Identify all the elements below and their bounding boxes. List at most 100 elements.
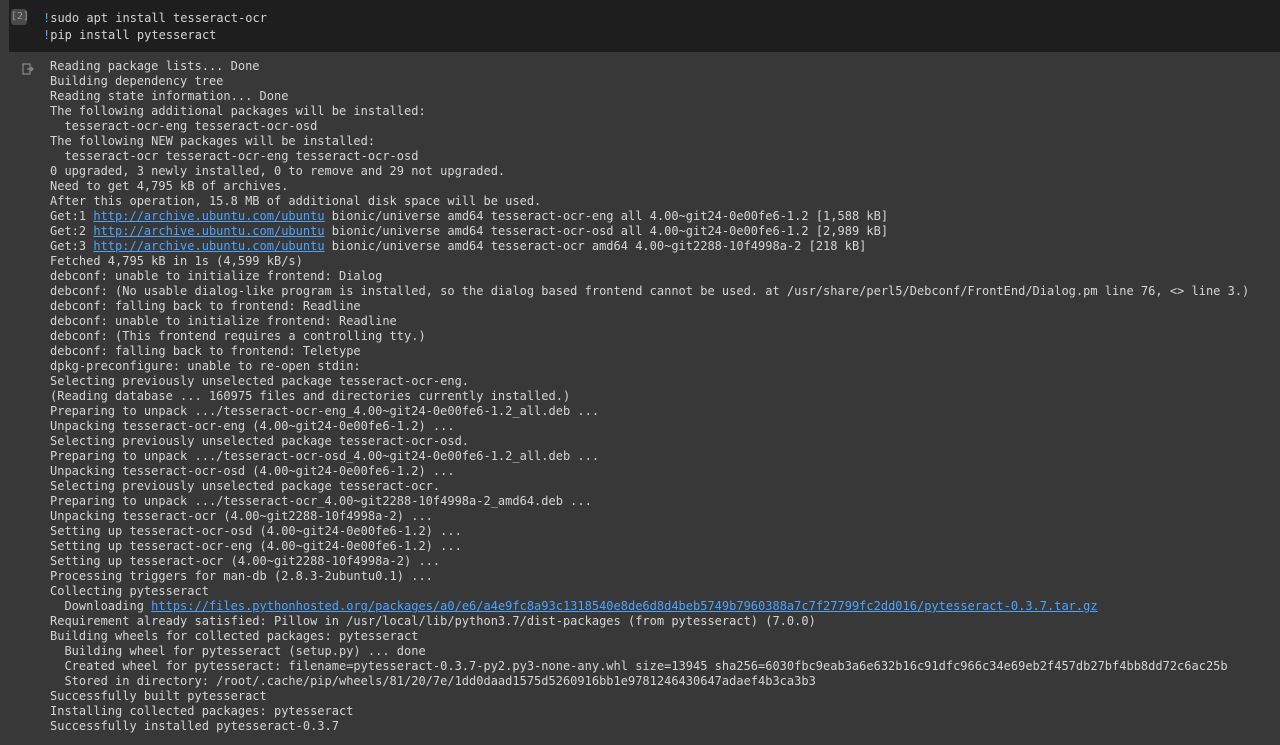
output-line: Get:3 http://archive.ubuntu.com/ubuntu b… [50, 239, 1270, 254]
output-line: Stored in directory: /root/.cache/pip/wh… [50, 674, 1270, 689]
output-icon[interactable] [22, 63, 34, 75]
output-line: Building wheels for collected packages: … [50, 629, 1270, 644]
output-text-after-link: bionic/universe amd64 tesseract-ocr-eng … [324, 209, 889, 223]
output-line: Requirement already satisfied: Pillow in… [50, 614, 1270, 629]
output-line: Setting up tesseract-ocr-osd (4.00~git24… [50, 524, 1270, 539]
output-text: 0 upgraded, 3 newly installed, 0 to remo… [50, 164, 506, 178]
output-line: tesseract-ocr-eng tesseract-ocr-osd [50, 119, 1270, 134]
output-line: debconf: unable to initialize frontend: … [50, 314, 1270, 329]
code-line[interactable]: !sudo apt install tesseract-ocr [43, 10, 267, 27]
output-line: 0 upgraded, 3 newly installed, 0 to remo… [50, 164, 1270, 179]
output-line: Get:2 http://archive.ubuntu.com/ubuntu b… [50, 224, 1270, 239]
output-text: tesseract-ocr-eng tesseract-ocr-osd [50, 119, 318, 133]
output-line: Unpacking tesseract-ocr-eng (4.00~git24-… [50, 419, 1270, 434]
cell-gutter [0, 0, 9, 745]
output-line: Building dependency tree [50, 74, 1270, 89]
code-line[interactable]: !pip install pytesseract [43, 27, 267, 44]
output-line: Unpacking tesseract-ocr-osd (4.00~git24-… [50, 464, 1270, 479]
output-line: debconf: falling back to frontend: Readl… [50, 299, 1270, 314]
output-text: Selecting previously unselected package … [50, 479, 441, 493]
output-line: debconf: (No usable dialog-like program … [50, 284, 1270, 299]
output-text: Downloading [50, 599, 152, 613]
output-line: Need to get 4,795 kB of archives. [50, 179, 1270, 194]
output-text: Preparing to unpack .../tesseract-ocr_4.… [50, 494, 592, 508]
output-text: Requirement already satisfied: Pillow in… [50, 614, 816, 628]
output-text: Selecting previously unselected package … [50, 434, 470, 448]
output-text: debconf: falling back to frontend: Telet… [50, 344, 361, 358]
output-text: Building wheel for pytesseract (setup.py… [50, 644, 426, 658]
output-line: debconf: (This frontend requires a contr… [50, 329, 1270, 344]
output-text: Reading state information... Done [50, 89, 289, 103]
output-text: The following additional packages will b… [50, 104, 426, 118]
output-text: debconf: falling back to frontend: Readl… [50, 299, 361, 313]
output-line: Downloading https://files.pythonhosted.o… [50, 599, 1270, 614]
output-text: Unpacking tesseract-ocr-eng (4.00~git24-… [50, 419, 455, 433]
output-line: Successfully built pytesseract [50, 689, 1270, 704]
output-link[interactable]: http://archive.ubuntu.com/ubuntu [93, 239, 324, 253]
output-text: Get:3 [50, 239, 94, 253]
output-text: Get:2 [50, 224, 94, 238]
output-line: Processing triggers for man-db (2.8.3-2u… [50, 569, 1270, 584]
code-text: pip install pytesseract [50, 28, 217, 42]
output-line: Successfully installed pytesseract-0.3.7 [50, 719, 1270, 734]
output-text: Created wheel for pytesseract: filename=… [50, 659, 1228, 673]
output-text: Building dependency tree [50, 74, 224, 88]
code-editor[interactable]: !sudo apt install tesseract-ocr !pip inst… [43, 10, 267, 44]
output-line: Selecting previously unselected package … [50, 434, 1270, 449]
output-text-after-link: bionic/universe amd64 tesseract-ocr amd6… [324, 239, 867, 253]
output-text: Setting up tesseract-ocr (4.00~git2288-1… [50, 554, 441, 568]
output-text: Collecting pytesseract [50, 584, 209, 598]
output-text: Fetched 4,795 kB in 1s (4,599 kB/s) [50, 254, 303, 268]
code-text: sudo apt install tesseract-ocr [50, 11, 267, 25]
output-text: Get:1 [50, 209, 94, 223]
output-line: Reading package lists... Done [50, 59, 1270, 74]
output-text: (Reading database ... 160975 files and d… [50, 389, 571, 403]
execution-count-badge[interactable]: [2] [11, 9, 29, 25]
output-line: Installing collected packages: pytessera… [50, 704, 1270, 719]
output-text: Successfully installed pytesseract-0.3.7 [50, 719, 339, 733]
output-text: Successfully built pytesseract [50, 689, 267, 703]
output-text: debconf: unable to initialize frontend: … [50, 269, 383, 283]
output-text: Setting up tesseract-ocr-osd (4.00~git24… [50, 524, 462, 538]
output-text: Need to get 4,795 kB of archives. [50, 179, 289, 193]
output-line: Preparing to unpack .../tesseract-ocr_4.… [50, 494, 1270, 509]
output-text: debconf: (This frontend requires a contr… [50, 329, 426, 343]
cell-output: Reading package lists... Done Building de… [50, 59, 1270, 734]
output-text: Stored in directory: /root/.cache/pip/wh… [50, 674, 816, 688]
output-line: tesseract-ocr tesseract-ocr-eng tesserac… [50, 149, 1270, 164]
notebook-page: [2] !sudo apt install tesseract-ocr !pip … [0, 0, 1280, 745]
output-link[interactable]: http://archive.ubuntu.com/ubuntu [93, 224, 324, 238]
output-line: Selecting previously unselected package … [50, 374, 1270, 389]
output-text-after-link: bionic/universe amd64 tesseract-ocr-osd … [324, 224, 889, 238]
output-line: (Reading database ... 160975 files and d… [50, 389, 1270, 404]
output-link[interactable]: http://archive.ubuntu.com/ubuntu [93, 209, 324, 223]
output-text: Unpacking tesseract-ocr (4.00~git2288-10… [50, 509, 433, 523]
output-line: Selecting previously unselected package … [50, 479, 1270, 494]
output-text: Reading package lists... Done [50, 59, 260, 73]
output-line: Setting up tesseract-ocr-eng (4.00~git24… [50, 539, 1270, 554]
output-line: Created wheel for pytesseract: filename=… [50, 659, 1270, 674]
output-text: Unpacking tesseract-ocr-osd (4.00~git24-… [50, 464, 455, 478]
output-text: After this operation, 15.8 MB of additio… [50, 194, 542, 208]
output-line: Reading state information... Done [50, 89, 1270, 104]
output-text: tesseract-ocr tesseract-ocr-eng tesserac… [50, 149, 419, 163]
output-line: dpkg-preconfigure: unable to re-open std… [50, 359, 1270, 374]
output-text: debconf: unable to initialize frontend: … [50, 314, 397, 328]
output-line: Fetched 4,795 kB in 1s (4,599 kB/s) [50, 254, 1270, 269]
output-text: Preparing to unpack .../tesseract-ocr-os… [50, 449, 600, 463]
output-text: dpkg-preconfigure: unable to re-open std… [50, 359, 361, 373]
output-line: Preparing to unpack .../tesseract-ocr-en… [50, 404, 1270, 419]
output-line: debconf: unable to initialize frontend: … [50, 269, 1270, 284]
output-line: The following additional packages will b… [50, 104, 1270, 119]
output-line: After this operation, 15.8 MB of additio… [50, 194, 1270, 209]
output-line: Unpacking tesseract-ocr (4.00~git2288-10… [50, 509, 1270, 524]
output-line: The following NEW packages will be insta… [50, 134, 1270, 149]
output-text: debconf: (No usable dialog-like program … [50, 284, 1250, 298]
output-text: Preparing to unpack .../tesseract-ocr-en… [50, 404, 600, 418]
output-line: Building wheel for pytesseract (setup.py… [50, 644, 1270, 659]
output-text: Processing triggers for man-db (2.8.3-2u… [50, 569, 433, 583]
output-link[interactable]: https://files.pythonhosted.org/packages/… [151, 599, 1097, 613]
output-text: The following NEW packages will be insta… [50, 134, 376, 148]
output-text: Selecting previously unselected package … [50, 374, 470, 388]
output-line: Preparing to unpack .../tesseract-ocr-os… [50, 449, 1270, 464]
